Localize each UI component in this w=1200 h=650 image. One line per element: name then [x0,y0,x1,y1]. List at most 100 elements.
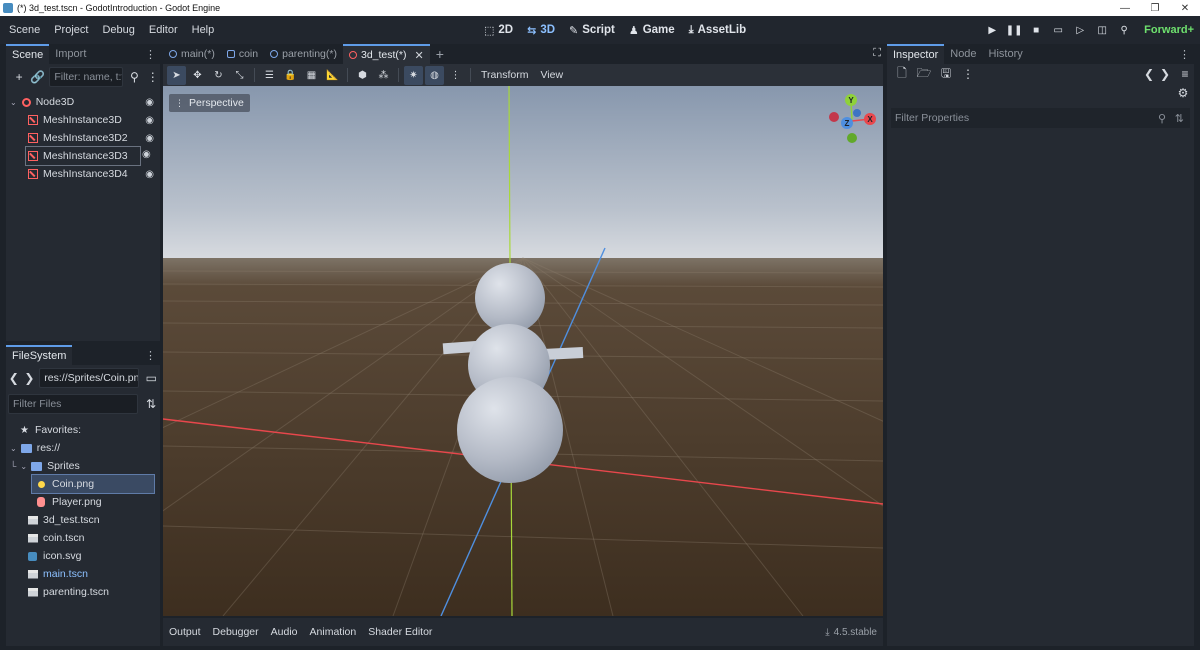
transform-menu[interactable]: Transform [476,69,533,81]
search-options-icon[interactable]: ⚲ [127,68,141,86]
collapse-arrow-icon[interactable]: ⌄ [10,98,17,107]
rotate-mode-icon[interactable]: ↻ [209,66,228,85]
environment-preview-icon[interactable]: ◍ [425,65,444,85]
file-parenting-tscn[interactable]: parenting.tscn [6,583,160,601]
tree-node-node3d[interactable]: ⌄ Node3D ◉ [6,93,160,111]
perspective-menu-button[interactable]: ⋮ Perspective [169,94,250,112]
history-list-icon[interactable]: ≡ [1176,65,1194,83]
file-3d-test-tscn[interactable]: 3d_test.tscn [6,511,160,529]
3d-viewport[interactable]: Y X Z ⋮ Perspective [163,86,883,616]
file-player-png[interactable]: Player.png [6,493,160,511]
tab-history[interactable]: History [983,44,1029,64]
preview-menu-icon[interactable]: ⋮ [446,66,465,85]
movie-maker-icon[interactable]: ⚲ [1114,20,1134,40]
filesystem-menu-icon[interactable]: ⋮ [145,349,156,362]
tab-debugger[interactable]: Debugger [207,626,265,638]
scene-tab-3d-test[interactable]: 3d_test(*) ✕ [342,44,430,64]
new-resource-icon[interactable]: 🗋 [893,65,911,83]
tree-node-meshinstance3d3[interactable]: MeshInstance3D3 [25,146,141,166]
local-space-icon[interactable]: ⬢ [353,66,372,85]
tab-output[interactable]: Output [163,626,207,638]
remote-debug-icon[interactable]: ▭ [1048,20,1068,40]
move-mode-icon[interactable]: ✥ [188,66,207,85]
file-coin-tscn[interactable]: coin.tscn [6,529,160,547]
tab-animation[interactable]: Animation [304,626,363,638]
scene-tab-parenting[interactable]: parenting(*) [264,44,343,64]
visibility-eye-icon[interactable]: ◉ [145,115,154,126]
close-window-button[interactable]: ✕ [1170,0,1200,16]
back-arrow-icon[interactable]: ❮ [8,369,20,387]
renderer-selector[interactable]: Forward+ [1144,24,1194,36]
forward-arrow-icon[interactable]: ❯ [24,369,36,387]
file-icon-svg[interactable]: icon.svg [6,547,160,565]
sprites-folder-row[interactable]: └ ⌄ Sprites [6,457,160,475]
scene-tab-coin[interactable]: coin [221,44,264,64]
distraction-free-icon[interactable]: ⛶ [873,47,881,60]
menu-editor[interactable]: Editor [142,24,185,36]
collapse-arrow-icon[interactable]: ⌄ [10,444,17,453]
play-project-icon[interactable]: ▶ [982,20,1002,40]
tab-inspector[interactable]: Inspector [887,44,945,64]
close-tab-icon[interactable]: ✕ [415,49,424,62]
resource-menu-icon[interactable]: ⋮ [959,65,977,83]
tab-game[interactable]: ♟ Game [623,24,681,37]
file-coin-png[interactable]: Coin.png [31,474,155,494]
lock-icon[interactable]: 🔒 [281,66,300,85]
filesystem-path-input[interactable]: res://Sprites/Coin.png [39,368,139,388]
play-custom-scene-icon[interactable]: ◫ [1092,20,1112,40]
tab-script[interactable]: ✎ Script [563,24,621,37]
filter-files-input[interactable]: Filter Files [8,394,138,414]
add-node-icon[interactable]: + [12,68,26,86]
scene-tab-main[interactable]: main(*) [163,44,221,64]
menu-help[interactable]: Help [185,24,222,36]
snap-icon[interactable]: ⁂ [374,66,393,85]
sun-preview-icon[interactable]: ✷ [404,65,423,85]
tab-3d[interactable]: ⇆ 3D [521,24,561,37]
visibility-eye-icon[interactable]: ◉ [142,149,151,160]
scene-filter-input[interactable]: Filter: name, t:typ [49,67,124,87]
object-properties-icon[interactable]: ⚙ [1174,84,1192,102]
save-resource-icon[interactable]: 🖫 [937,65,955,83]
minimize-button[interactable]: — [1110,0,1140,16]
select-mode-icon[interactable]: ➤ [167,65,186,85]
tab-scene[interactable]: Scene [6,44,50,64]
inspector-dock-menu-icon[interactable]: ⋮ [1179,48,1190,61]
pause-icon[interactable]: ❚❚ [1004,20,1024,40]
view-menu[interactable]: View [535,69,568,81]
history-forward-icon[interactable]: ❯ [1156,65,1174,83]
tab-audio[interactable]: Audio [265,626,304,638]
tab-import[interactable]: Import [49,44,92,64]
instance-scene-icon[interactable]: 🔗 [30,68,45,86]
tree-node-meshinstance3d4[interactable]: MeshInstance3D4 ◉ [6,165,160,183]
scale-mode-icon[interactable]: ⤡ [230,66,249,85]
menu-scene[interactable]: Scene [2,24,47,36]
add-scene-tab-icon[interactable]: + [430,44,450,64]
collapse-arrow-icon[interactable]: ⌄ [20,462,27,471]
scene-tree-menu-icon[interactable]: ⋮ [146,68,160,86]
visibility-eye-icon[interactable]: ◉ [145,97,154,108]
group-icon[interactable]: ▦ [302,66,321,85]
tab-shader-editor[interactable]: Shader Editor [362,626,438,638]
tree-node-meshinstance3d[interactable]: MeshInstance3D ◉ [6,111,160,129]
stop-icon[interactable]: ■ [1026,20,1046,40]
menu-project[interactable]: Project [47,24,95,36]
visibility-eye-icon[interactable]: ◉ [145,169,154,180]
maximize-button[interactable]: ❐ [1140,0,1170,16]
tab-node[interactable]: Node [944,44,982,64]
ruler-icon[interactable]: 📐 [323,66,342,85]
tab-assetlib[interactable]: ⤓ AssetLib [683,24,752,37]
tab-2d[interactable]: ⬚ 2D [478,24,519,37]
open-resource-icon[interactable]: 🗁 [915,65,933,83]
sort-icon[interactable]: ⇅ [1175,112,1184,125]
play-scene-icon[interactable]: ▷ [1070,20,1090,40]
favorites-row[interactable]: ★ Favorites: [6,421,160,439]
visibility-eye-icon[interactable]: ◉ [145,133,154,144]
sort-icon[interactable]: ⇅ [142,395,160,413]
res-root-row[interactable]: ⌄ res:// [6,439,160,457]
menu-debug[interactable]: Debug [95,24,141,36]
file-main-tscn[interactable]: main.tscn [6,565,160,583]
scene-dock-menu-icon[interactable]: ⋮ [145,48,156,61]
tree-node-meshinstance3d2[interactable]: MeshInstance3D2 ◉ [6,129,160,147]
toggle-split-icon[interactable]: ▭ [143,369,160,387]
list-select-icon[interactable]: ☰ [260,66,279,85]
